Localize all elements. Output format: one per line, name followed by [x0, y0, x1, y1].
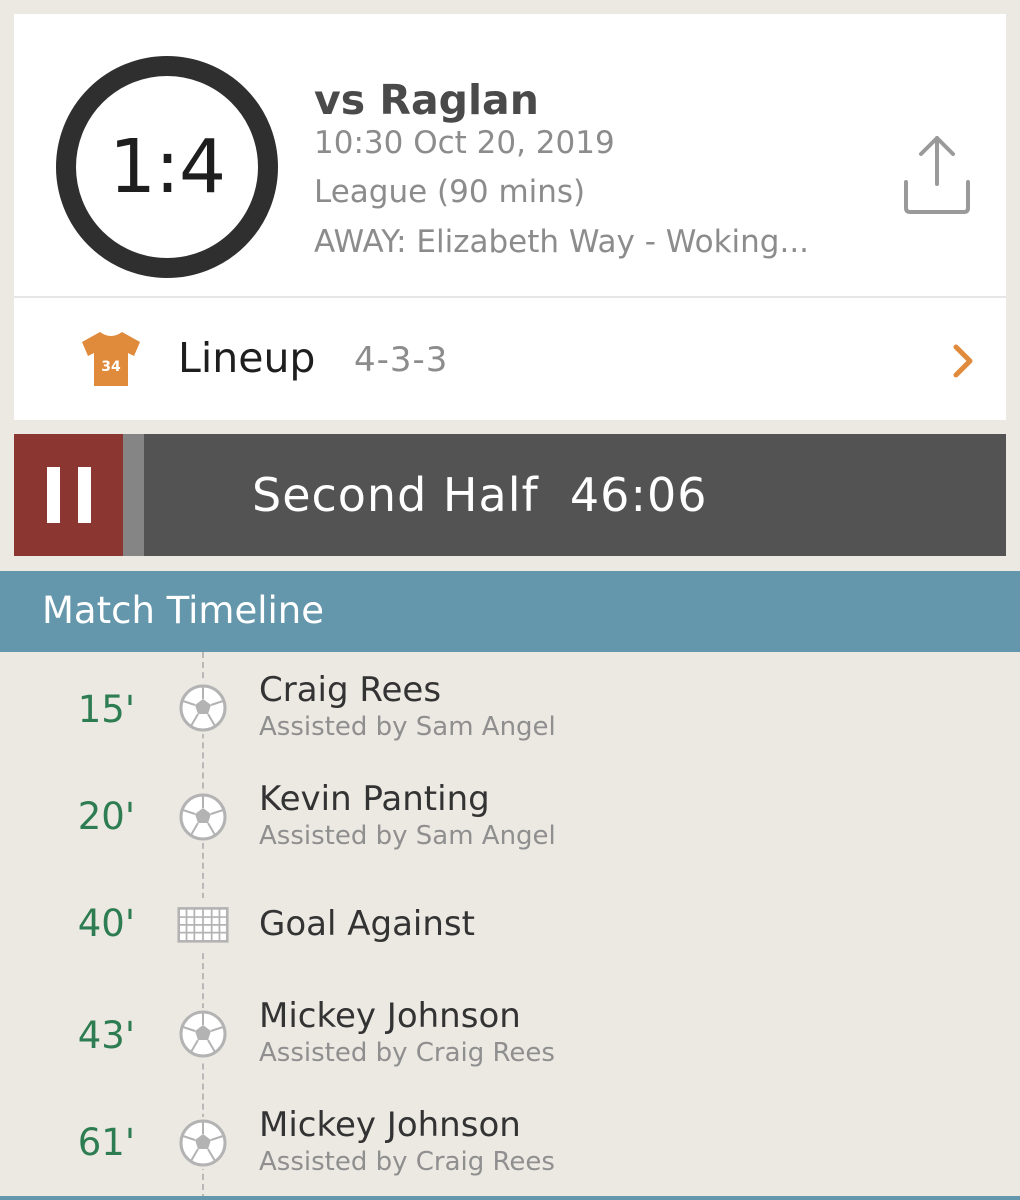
lineup-row[interactable]: 34 Lineup 4-3-3: [14, 298, 1006, 420]
event-assist: Assisted by Craig Rees: [259, 1147, 555, 1177]
score: 1:4: [108, 124, 226, 210]
pause-icon: [46, 467, 60, 523]
event-player: Kevin Panting: [259, 779, 490, 819]
event-assist: Assisted by Sam Angel: [259, 821, 556, 851]
event-assist: Assisted by Sam Angel: [259, 712, 556, 742]
timeline-event[interactable]: 43' Mickey Johnson Assisted by Craig Ree…: [0, 988, 1020, 1088]
football-icon: [177, 1008, 229, 1060]
match-timer-bar: Second Half 46:06: [14, 434, 1006, 556]
event-player: Mickey Johnson: [259, 996, 521, 1036]
timer-separator: [123, 434, 144, 556]
chevron-right-icon[interactable]: [948, 343, 978, 379]
lineup-label: Lineup: [178, 334, 316, 382]
match-card: 1:4 vs Raglan 10:30 Oct 20, 2019 League …: [14, 14, 1006, 420]
event-minute: 20': [77, 795, 135, 838]
shirt-number: 34: [101, 359, 121, 375]
event-assist: Assisted by Craig Rees: [259, 1038, 555, 1068]
event-player: Mickey Johnson: [259, 1105, 521, 1145]
pause-button[interactable]: [14, 434, 123, 556]
match-clock: Second Half 46:06: [252, 468, 708, 522]
lineup-formation: 4-3-3: [354, 340, 449, 380]
match-type: League (90 mins): [314, 174, 586, 210]
opponent-name: vs Raglan: [314, 76, 539, 124]
timeline-event[interactable]: 40' Goal Against: [0, 880, 1020, 980]
event-minute: 40': [77, 902, 135, 945]
score-ring: 1:4: [56, 56, 278, 278]
event-player: Craig Rees: [259, 670, 442, 710]
bottom-edge: [0, 1196, 1020, 1200]
match-datetime: 10:30 Oct 20, 2019: [314, 125, 615, 161]
timeline-event[interactable]: 20' Kevin Panting Assisted by Sam Angel: [0, 771, 1020, 871]
event-minute: 43': [77, 1014, 135, 1057]
timeline-title: Match Timeline: [42, 589, 324, 632]
event-minute: 15': [77, 688, 135, 731]
football-icon: [177, 682, 229, 734]
share-icon[interactable]: [902, 132, 972, 216]
event-player: Goal Against: [259, 904, 475, 944]
match-venue: AWAY: Elizabeth Way - Woking...: [314, 224, 810, 260]
goal-net-icon: [177, 898, 229, 950]
football-icon: [177, 1117, 229, 1169]
timeline-event[interactable]: 61' Mickey Johnson Assisted by Craig Ree…: [0, 1097, 1020, 1197]
timeline-event[interactable]: 15' Craig Rees Assisted by Sam Angel: [0, 662, 1020, 762]
event-minute: 61': [77, 1121, 135, 1164]
football-icon: [177, 791, 229, 843]
pause-icon-bar: [77, 467, 91, 523]
shirt-icon: 34: [82, 332, 140, 386]
timeline-header: Match Timeline: [0, 571, 1020, 652]
